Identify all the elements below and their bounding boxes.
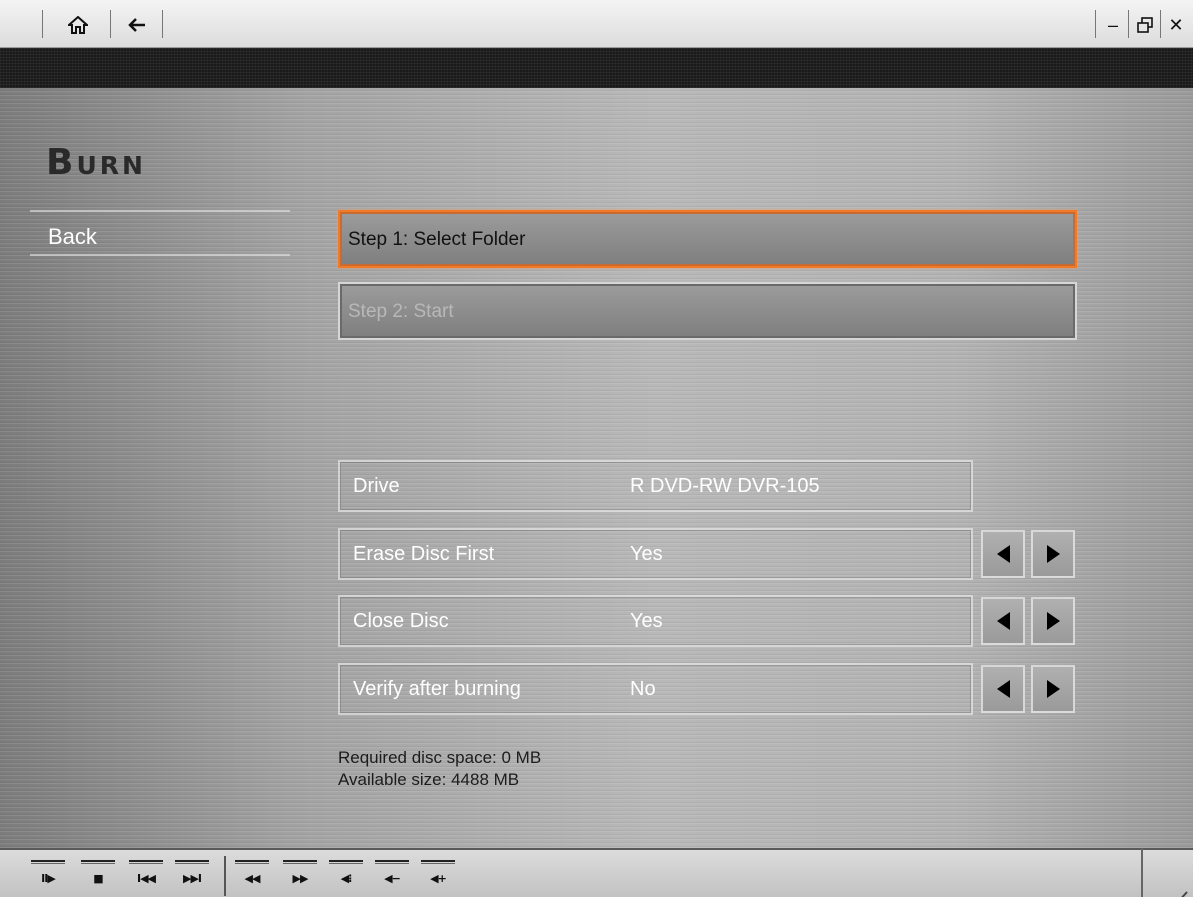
close-disc-next-button[interactable]	[1031, 597, 1075, 645]
next-icon: ▶▶I	[182, 872, 202, 885]
right-arrow-icon	[1046, 680, 1060, 698]
restore-button[interactable]	[1130, 12, 1160, 38]
button-bar	[129, 860, 163, 864]
resize-grip[interactable]	[1141, 848, 1193, 897]
option-value: No	[630, 678, 656, 700]
header-strip	[0, 48, 1193, 88]
transport-bar: II▶ ■ I◀◀ ▶▶I ◀◀ ▶▶ ◀⁝ ◀− ◀+	[0, 848, 1193, 897]
separator	[162, 10, 163, 38]
close-button[interactable]: ✕	[1162, 12, 1190, 38]
page-title: Burn	[46, 142, 146, 183]
volume-down-icon: ◀−	[384, 872, 401, 885]
separator	[224, 856, 226, 896]
play-pause-icon: II▶	[41, 872, 56, 885]
volume-up-button[interactable]: ◀+	[420, 858, 456, 894]
right-arrow-icon	[1046, 612, 1060, 630]
right-arrow-icon	[1046, 545, 1060, 563]
step-select-folder-button[interactable]: Step 1: Select Folder	[338, 210, 1077, 268]
back-nav-button[interactable]	[114, 12, 160, 38]
left-arrow-icon	[996, 545, 1010, 563]
stop-icon: ■	[93, 872, 103, 885]
burn-panel: Burn Back Step 1: Select Folder Step 2: …	[0, 88, 1193, 848]
button-bar	[329, 860, 363, 864]
available-size-text: Available size: 4488 MB	[338, 770, 520, 789]
play-pause-button[interactable]: II▶	[30, 858, 66, 894]
option-value: R DVD-RW DVR-105	[630, 475, 820, 497]
left-arrow-icon	[996, 612, 1010, 630]
stop-button[interactable]: ■	[80, 858, 116, 894]
drive-option-row: Drive R DVD-RW DVR-105	[338, 460, 973, 512]
erase-disc-prev-button[interactable]	[981, 530, 1025, 578]
close-disc-prev-button[interactable]	[981, 597, 1025, 645]
button-bar	[283, 860, 317, 864]
step-label: Step 2: Start	[348, 301, 454, 322]
option-value: Yes	[630, 610, 663, 632]
back-label: Back	[48, 224, 97, 249]
title-bar: – ✕	[0, 0, 1193, 48]
button-bar	[375, 860, 409, 864]
button-bar	[81, 860, 115, 864]
verify-next-button[interactable]	[1031, 665, 1075, 713]
option-label: Drive	[353, 475, 400, 497]
option-label: Verify after burning	[353, 678, 521, 700]
rewind-button[interactable]: ◀◀	[234, 858, 270, 894]
back-menu-item[interactable]: Back	[30, 210, 290, 256]
mute-icon: ◀⁝	[340, 872, 353, 885]
option-label: Erase Disc First	[353, 543, 495, 565]
button-bar	[31, 860, 65, 864]
left-arrow-icon	[996, 680, 1010, 698]
separator	[42, 10, 43, 38]
button-bar	[421, 860, 455, 864]
fast-forward-button[interactable]: ▶▶	[282, 858, 318, 894]
volume-down-button[interactable]: ◀−	[374, 858, 410, 894]
required-space-text: Required disc space: 0 MB	[338, 748, 542, 767]
mute-button[interactable]: ◀⁝	[328, 858, 364, 894]
button-bar	[235, 860, 269, 864]
separator	[1160, 10, 1161, 38]
separator	[1095, 10, 1096, 38]
previous-icon: I◀◀	[136, 872, 156, 885]
back-arrow-icon	[128, 18, 145, 32]
step-start-button[interactable]: Step 2: Start	[338, 282, 1077, 340]
volume-up-icon: ◀+	[430, 872, 447, 885]
erase-disc-option-row: Erase Disc First Yes	[338, 528, 973, 580]
minimize-icon: –	[1107, 14, 1118, 35]
step-label: Step 1: Select Folder	[348, 229, 526, 250]
fast-forward-icon: ▶▶	[292, 872, 309, 885]
button-bar	[175, 860, 209, 864]
option-label: Close Disc	[353, 610, 449, 632]
option-value: Yes	[630, 543, 663, 565]
close-disc-option-row: Close Disc Yes	[338, 595, 973, 647]
next-button[interactable]: ▶▶I	[174, 858, 210, 894]
restore-icon	[1137, 17, 1153, 33]
home-button[interactable]	[50, 12, 106, 38]
rewind-icon: ◀◀	[244, 872, 261, 885]
verify-option-row: Verify after burning No	[338, 663, 973, 715]
close-icon: ✕	[1168, 14, 1184, 35]
home-icon	[68, 16, 88, 34]
separator	[1128, 10, 1129, 38]
verify-prev-button[interactable]	[981, 665, 1025, 713]
minimize-button[interactable]: –	[1098, 12, 1128, 38]
erase-disc-next-button[interactable]	[1031, 530, 1075, 578]
previous-button[interactable]: I◀◀	[128, 858, 164, 894]
separator	[110, 10, 111, 38]
